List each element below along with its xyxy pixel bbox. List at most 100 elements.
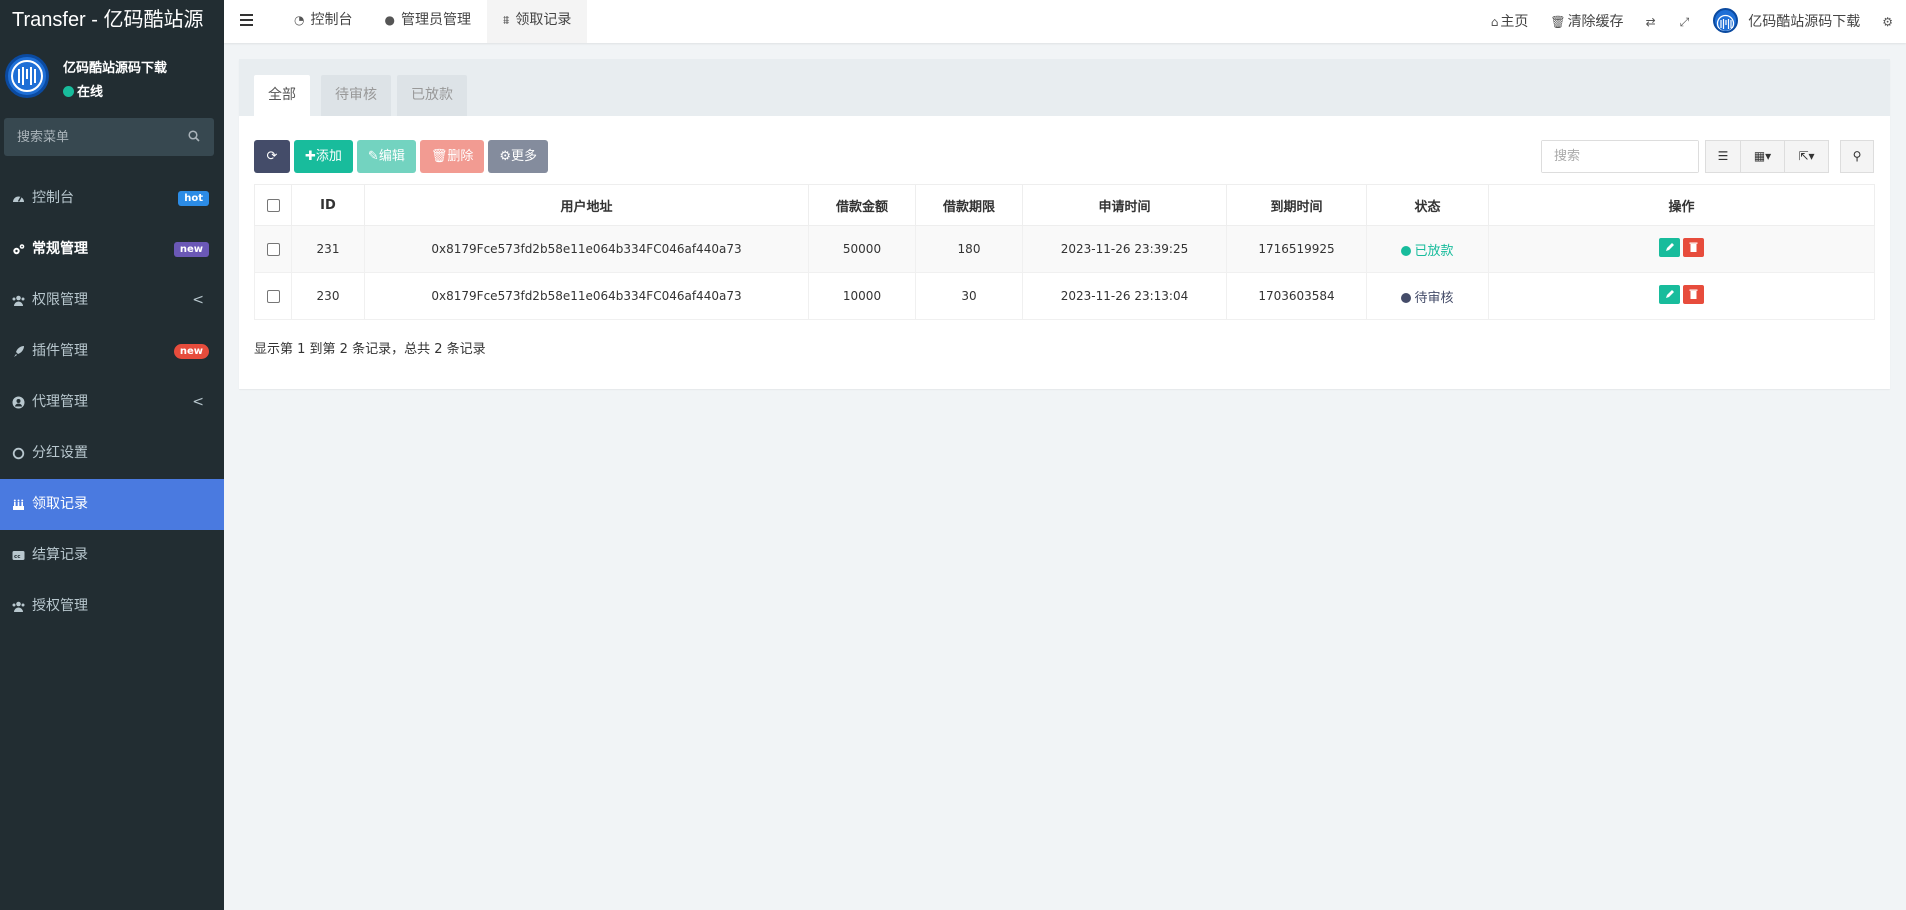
- sidebar-item-dashboard[interactable]: 控制台 hot: [0, 173, 224, 224]
- advanced-search-button[interactable]: ⚲: [1840, 140, 1874, 173]
- add-label: 添加: [315, 149, 342, 164]
- search-input[interactable]: [1542, 141, 1698, 172]
- home-link[interactable]: ⌂ 主页: [1480, 2, 1540, 42]
- column-header[interactable]: ID: [291, 184, 365, 226]
- cogs-icon: ⚙: [1882, 14, 1893, 29]
- edit-button[interactable]: ✎编辑: [356, 140, 416, 173]
- more-button[interactable]: ⚙更多: [488, 140, 549, 173]
- add-button[interactable]: ✚添加: [294, 140, 353, 173]
- avatar: [5, 54, 49, 98]
- birthday-cake-icon: ⩩: [502, 13, 510, 27]
- hot-badge: hot: [178, 191, 209, 206]
- dashboard-icon: [13, 196, 24, 202]
- pencil-icon: [1666, 243, 1674, 251]
- refresh-icon: ⟳: [266, 149, 278, 164]
- select-all-header: [254, 184, 292, 226]
- menu-search-input[interactable]: [4, 118, 174, 156]
- pagination-info: 显示第 1 到第 2 条记录，总共 2 条记录: [254, 342, 486, 357]
- control-sidebar-button[interactable]: ⚙: [1871, 2, 1906, 42]
- users-icon: [12, 601, 25, 612]
- search-icon: ⚲: [1852, 149, 1862, 163]
- group-icon: [12, 295, 25, 306]
- sidebar-item-plugins[interactable]: 插件管理 new: [0, 326, 224, 377]
- sidebar-item-label: 权限管理: [32, 292, 88, 308]
- cell-term: 180: [915, 225, 1023, 273]
- language-icon: ⇄: [1645, 14, 1656, 29]
- sidebar-item-general[interactable]: 常规管理 new: [0, 224, 224, 275]
- tab-dashboard[interactable]: ◔ 控制台: [278, 0, 368, 43]
- admin-profile[interactable]: 亿码酷站源码下载: [1702, 2, 1871, 42]
- cogs-icon: [13, 244, 25, 255]
- column-header[interactable]: 到期时间: [1226, 184, 1367, 226]
- cell-operations: [1488, 225, 1875, 273]
- table-view-tools: ☰ ▦▾ ⇱▾: [1705, 140, 1829, 173]
- select-all-checkbox[interactable]: [266, 198, 280, 212]
- column-header[interactable]: 状态: [1366, 184, 1489, 226]
- toggle-view-button[interactable]: ☰: [1705, 140, 1741, 173]
- chevron-left-icon: <: [192, 292, 204, 308]
- user-status: 在线: [63, 81, 103, 100]
- delete-label: 删除: [447, 149, 474, 164]
- search-icon[interactable]: [188, 130, 200, 142]
- circle-icon: [12, 447, 25, 460]
- row-edit-button[interactable]: [1659, 285, 1680, 304]
- gear-icon: ⚙: [499, 149, 512, 164]
- tab-paid[interactable]: 已放款: [397, 75, 467, 116]
- status-dot-icon: [1401, 245, 1412, 256]
- sidebar-item-permission[interactable]: 权限管理 <: [0, 275, 224, 326]
- chevron-left-icon: <: [192, 394, 204, 410]
- tab-label: 管理员管理: [400, 12, 471, 28]
- sidebar-item-label: 领取记录: [32, 496, 88, 512]
- column-header[interactable]: 借款金额: [808, 184, 916, 226]
- tab-records[interactable]: ⩩ 领取记录: [486, 0, 588, 43]
- column-header[interactable]: 用户地址: [364, 184, 809, 226]
- column-header[interactable]: 申请时间: [1022, 184, 1227, 226]
- new-badge: new: [173, 344, 209, 359]
- cell-apply-time: 2023-11-26 23:13:04: [1022, 272, 1227, 320]
- menu-toggle-icon[interactable]: [240, 14, 253, 26]
- refresh-button[interactable]: ⟳: [254, 140, 290, 173]
- plus-icon: ✚: [305, 149, 316, 164]
- row-delete-button[interactable]: [1683, 238, 1704, 257]
- sidebar-item-settlement[interactable]: cc 结算记录: [0, 530, 224, 581]
- sidebar-item-records[interactable]: 领取记录: [0, 479, 224, 530]
- sidebar-item-label: 分红设置: [32, 445, 88, 461]
- sidebar-item-agent[interactable]: 代理管理 <: [0, 377, 224, 428]
- tab-all[interactable]: 全部: [254, 75, 310, 116]
- column-header[interactable]: 借款期限: [915, 184, 1023, 226]
- row-delete-button[interactable]: [1683, 285, 1704, 304]
- sidebar: Transfer - 亿码酷站源 亿码酷站源码下载 在线 控制台 hot 常规管…: [0, 0, 224, 910]
- records-table: ID 用户地址 借款金额 借款期限 申请时间 到期时间 状态 操作 231 0x…: [254, 184, 1875, 320]
- fullscreen-button[interactable]: ⤢: [1669, 2, 1703, 42]
- expand-icon: ⤢: [1679, 14, 1690, 29]
- sidebar-item-auth[interactable]: 授权管理: [0, 581, 224, 632]
- sidebar-item-label: 插件管理: [32, 343, 88, 359]
- language-button[interactable]: ⇄: [1635, 2, 1669, 42]
- delete-button[interactable]: 🗑删除: [419, 140, 485, 173]
- trash-icon: 🗑: [1550, 14, 1566, 29]
- row-checkbox[interactable]: [266, 290, 280, 303]
- columns-icon: ▦▾: [1753, 149, 1772, 163]
- trash-icon: 🗑: [430, 149, 448, 164]
- home-label: 主页: [1500, 13, 1529, 30]
- clear-cache-button[interactable]: 🗑 清除缓存: [1539, 2, 1634, 42]
- table-row[interactable]: 230 0x8179Fce573fd2b58e11e064b334FC046af…: [254, 272, 1875, 320]
- row-checkbox[interactable]: [266, 243, 280, 256]
- app-title[interactable]: Transfer - 亿码酷站源: [0, 0, 224, 43]
- user-panel: 亿码酷站源码下载 在线: [0, 43, 224, 118]
- tab-admin-management[interactable]: ● 管理员管理: [368, 0, 486, 43]
- export-icon: ⇱▾: [1798, 149, 1815, 163]
- trash-icon: [1689, 242, 1698, 252]
- table-row[interactable]: 231 0x8179Fce573fd2b58e11e064b334FC046af…: [254, 225, 1875, 273]
- row-edit-button[interactable]: [1659, 238, 1680, 257]
- tab-pending[interactable]: 待审核: [321, 75, 391, 116]
- columns-button[interactable]: ▦▾: [1741, 140, 1785, 173]
- cell-amount: 50000: [808, 225, 916, 273]
- pencil-icon: ✎: [367, 149, 379, 164]
- sidebar-item-dividend[interactable]: 分红设置: [0, 428, 224, 479]
- export-button[interactable]: ⇱▾: [1785, 140, 1829, 173]
- cell-address: 0x8179Fce573fd2b58e11e064b334FC046af440a…: [364, 272, 809, 320]
- cell-expire-time: 1703603584: [1226, 272, 1367, 320]
- admin-name: 亿码酷站源码下载: [1748, 13, 1861, 30]
- table-search: [1541, 140, 1699, 173]
